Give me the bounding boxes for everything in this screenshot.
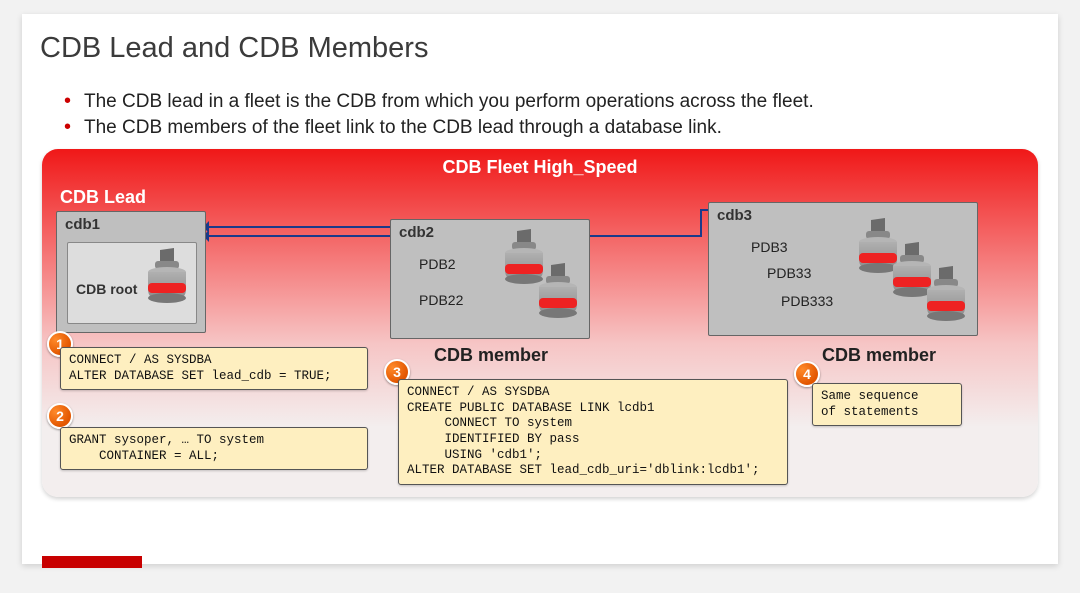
- diagram-panel: CDB Fleet High_Speed CDB Lead cdb1 CDB r…: [42, 149, 1038, 497]
- database-icon: [146, 249, 188, 305]
- database-icon: [925, 267, 967, 323]
- cdb-lead-name: cdb1: [65, 216, 100, 233]
- bullet-list: The CDB lead in a fleet is the CDB from …: [64, 91, 1044, 139]
- step-badge-2: 2: [47, 403, 73, 429]
- pdb-label: PDB33: [767, 265, 811, 281]
- arrow-cdb3-to-lead-v1: [700, 209, 702, 237]
- cdb-root-box: CDB root: [67, 242, 197, 324]
- code-step-1: CONNECT / AS SYSDBA ALTER DATABASE SET l…: [60, 347, 368, 390]
- cdb3-name: cdb3: [717, 207, 752, 224]
- brand-bar: [42, 556, 142, 568]
- slide: CDB Lead and CDB Members The CDB lead in…: [22, 14, 1058, 564]
- slide-title: CDB Lead and CDB Members: [40, 32, 1044, 65]
- cdb-lead-box: cdb1 CDB root: [56, 211, 206, 333]
- lead-section-label: CDB Lead: [60, 187, 146, 208]
- cdb2-box: cdb2 PDB2 PDB22: [390, 219, 590, 339]
- pdb-label: PDB22: [419, 292, 463, 308]
- pdb-label: PDB3: [751, 239, 788, 255]
- code-step-3: CONNECT / AS SYSDBA CREATE PUBLIC DATABA…: [398, 379, 788, 485]
- cdb2-name: cdb2: [399, 224, 434, 241]
- code-step-4: Same sequence of statements: [812, 383, 962, 426]
- arrow-cdb2-to-lead: [207, 226, 390, 228]
- bullet-item: The CDB members of the fleet link to the…: [64, 117, 1044, 139]
- cdb3-member-label: CDB member: [822, 345, 936, 366]
- bullet-item: The CDB lead in a fleet is the CDB from …: [64, 91, 1044, 113]
- pdb-label: PDB333: [781, 293, 833, 309]
- cdb-root-label: CDB root: [76, 281, 137, 297]
- fleet-title: CDB Fleet High_Speed: [42, 157, 1038, 178]
- code-step-2: GRANT sysoper, … TO system CONTAINER = A…: [60, 427, 368, 470]
- cdb2-member-label: CDB member: [434, 345, 548, 366]
- database-icon: [537, 264, 579, 320]
- cdb3-box: cdb3 PDB3 PDB33 PDB333: [708, 202, 978, 336]
- pdb-label: PDB2: [419, 256, 456, 272]
